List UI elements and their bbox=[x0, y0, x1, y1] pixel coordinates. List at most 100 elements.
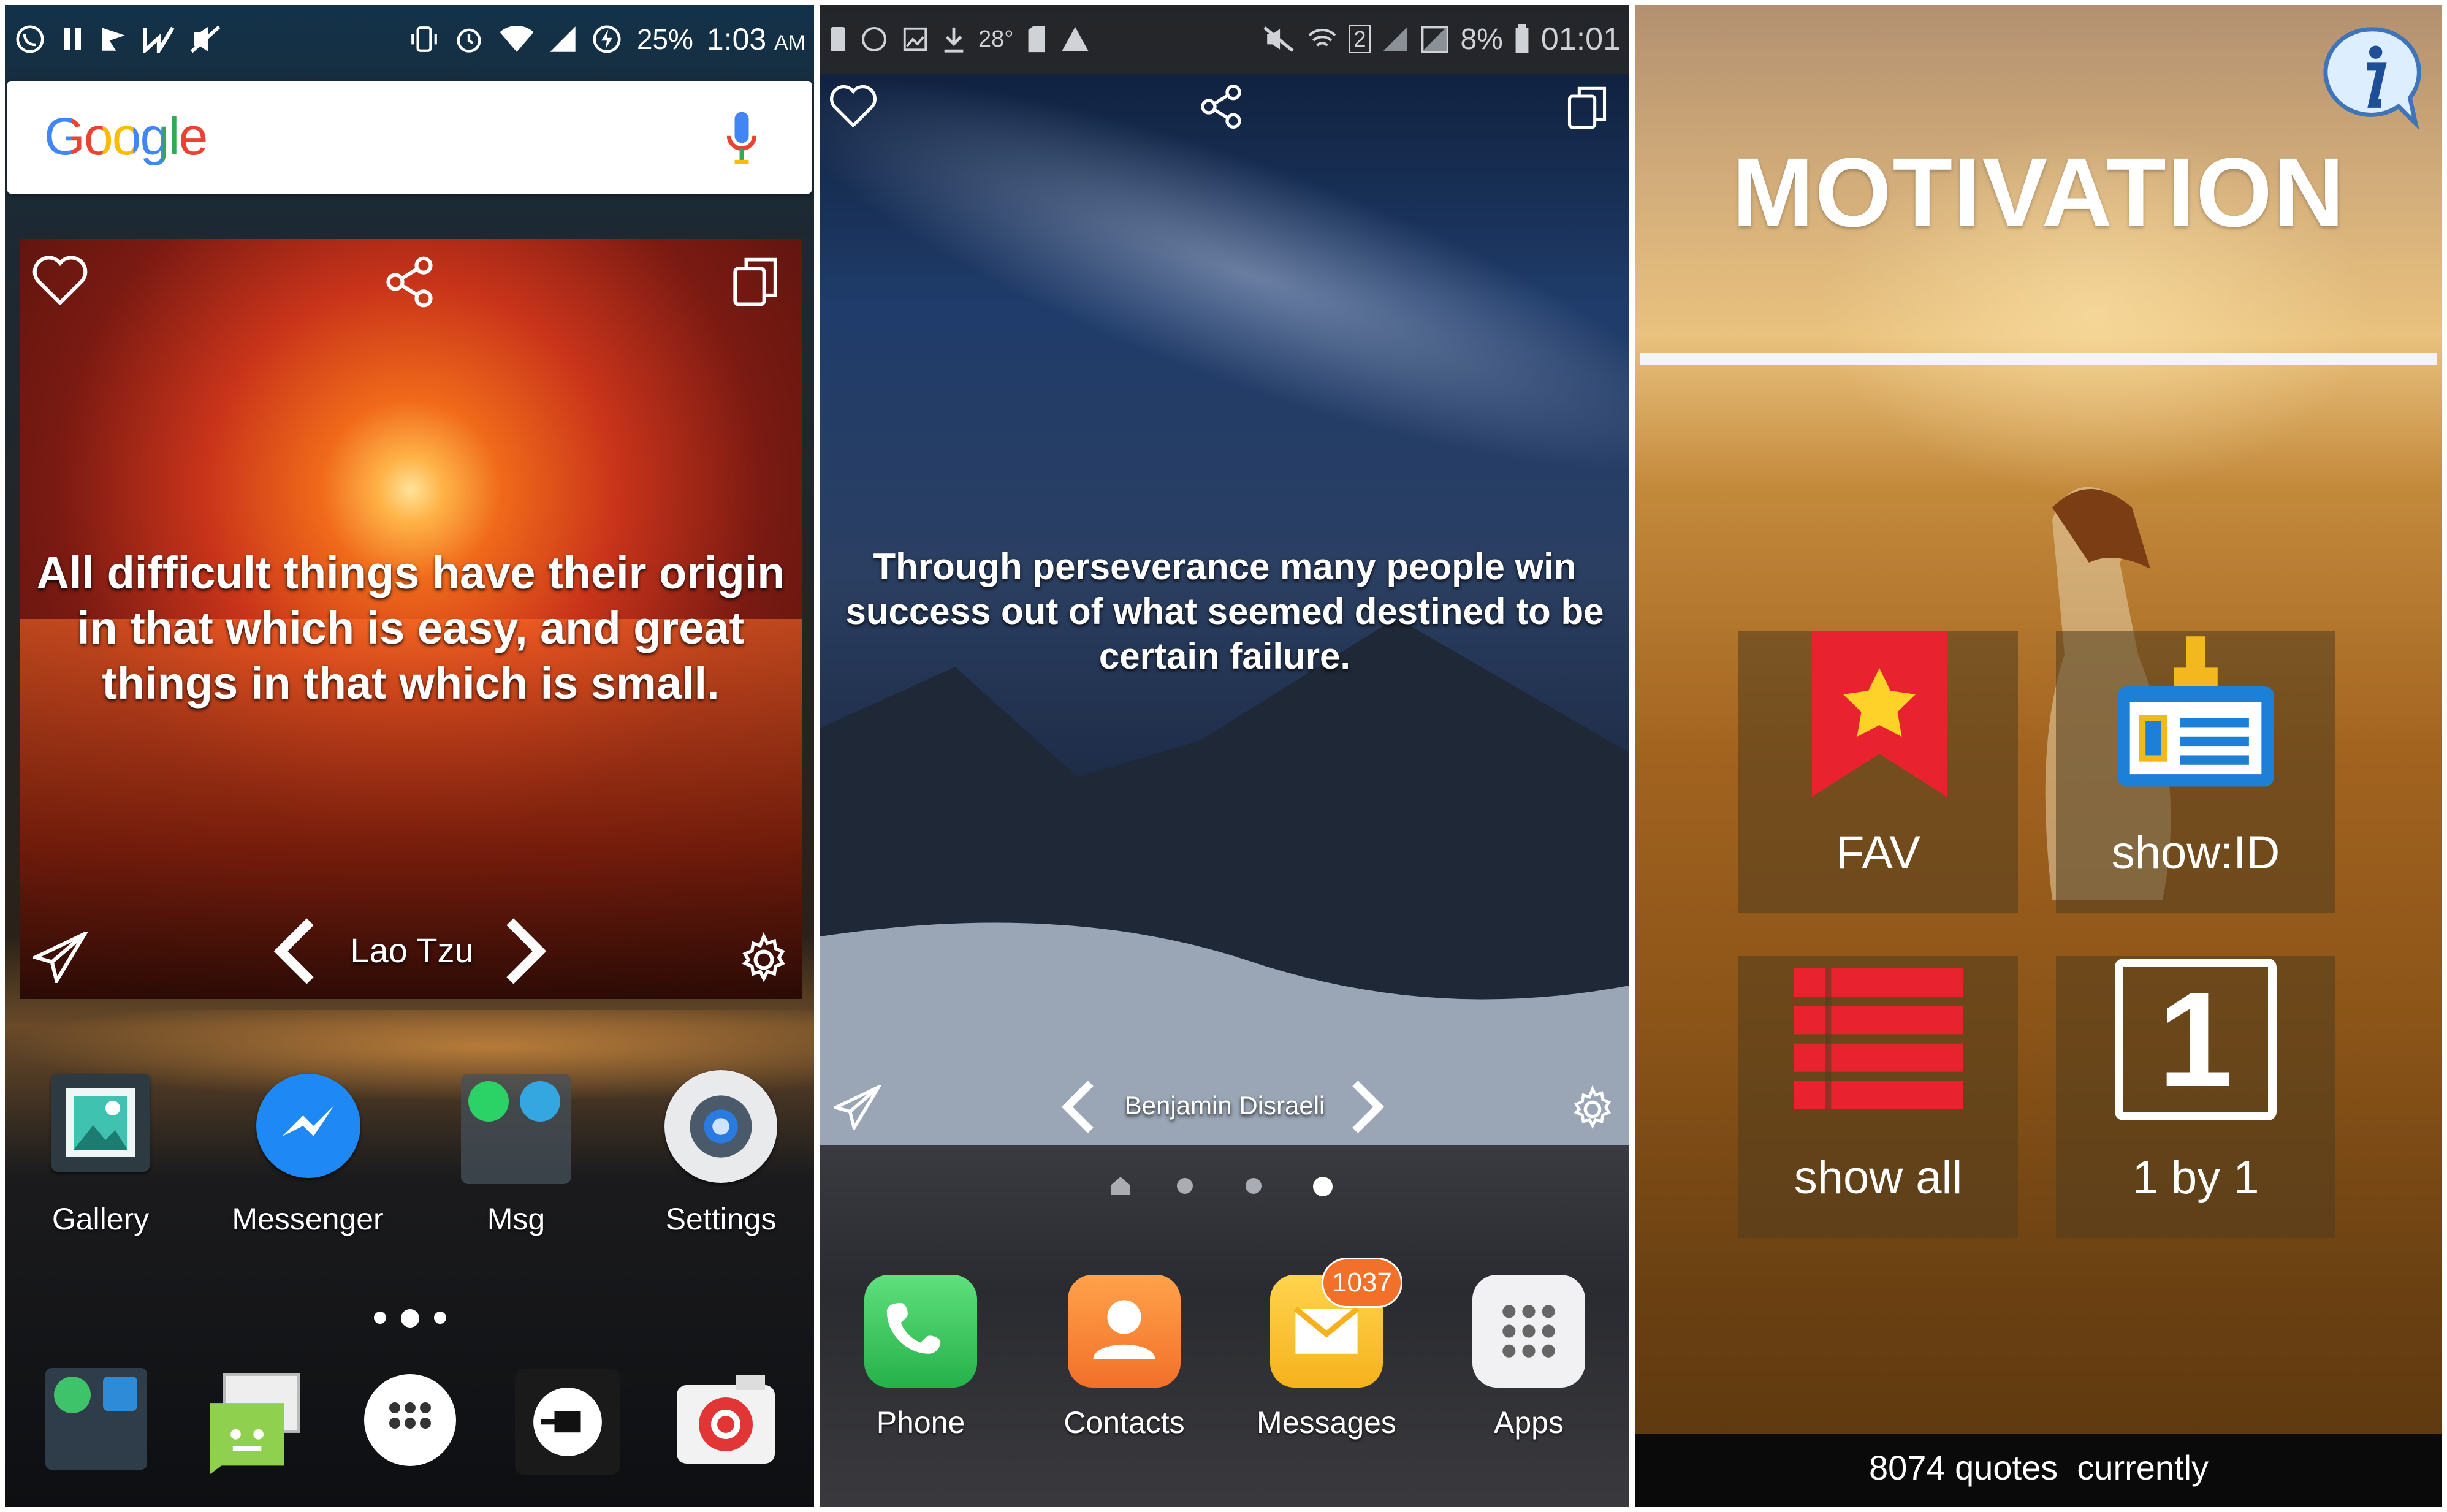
app-label-settings: Settings bbox=[665, 1202, 777, 1236]
page-dot-active bbox=[401, 1309, 419, 1328]
screen-3-motivation-app: MOTIVATION FAV show:ID show all 1 1 by 1… bbox=[1635, 5, 2442, 1507]
show-all-label: show all bbox=[1794, 1152, 1963, 1204]
app-title: MOTIVATION bbox=[1732, 137, 2346, 247]
quote-text: All difficult things have their origin i… bbox=[36, 547, 785, 709]
settings-icon[interactable] bbox=[664, 1070, 777, 1183]
one-by-one-label: 1 by 1 bbox=[2132, 1152, 2259, 1204]
microphone-icon[interactable] bbox=[725, 109, 759, 169]
mute-icon bbox=[189, 24, 222, 55]
show-all-tile[interactable]: show all bbox=[1738, 956, 2018, 1238]
sd-card-icon bbox=[1026, 25, 1048, 53]
alert-icon bbox=[829, 26, 847, 53]
dialer-messages-folder-icon[interactable] bbox=[45, 1368, 147, 1470]
signal-icon bbox=[1382, 26, 1409, 53]
show-id-tile[interactable]: show:ID bbox=[2056, 631, 2335, 913]
wifi-icon bbox=[498, 25, 535, 53]
app-label-phone: Phone bbox=[876, 1405, 965, 1440]
quote-author: Benjamin Disraeli bbox=[1124, 1091, 1325, 1120]
title-divider bbox=[1640, 353, 2437, 365]
messenger-icon[interactable] bbox=[256, 1074, 360, 1178]
whatsapp-icon bbox=[13, 23, 47, 56]
share-icon[interactable] bbox=[381, 254, 438, 313]
home-page-indicator bbox=[1108, 1173, 1133, 1201]
camera-icon[interactable] bbox=[672, 1370, 780, 1468]
next-quote-button[interactable] bbox=[500, 914, 549, 991]
page-dot bbox=[374, 1312, 386, 1324]
warning-icon bbox=[1060, 26, 1090, 53]
gear-icon[interactable] bbox=[1568, 1085, 1617, 1137]
msg-folder-icon[interactable] bbox=[461, 1074, 571, 1184]
battery-charging-icon bbox=[590, 23, 623, 56]
share-icon[interactable] bbox=[1197, 82, 1246, 134]
one-box-digit: 1 bbox=[2158, 964, 2234, 1115]
wifi-icon bbox=[1307, 25, 1338, 53]
flag-icon bbox=[98, 24, 129, 55]
app-drawer-button[interactable] bbox=[364, 1374, 456, 1466]
status-bar: 28° 2 8% 01:01 bbox=[820, 5, 1629, 74]
clock: 01:01 bbox=[1540, 21, 1621, 57]
quote-widget: All difficult things have their origin i… bbox=[20, 239, 802, 999]
page-dot-active bbox=[1313, 1177, 1333, 1196]
mute-icon bbox=[1262, 25, 1296, 53]
google-search-bar[interactable]: Google bbox=[7, 81, 812, 194]
one-by-one-tile[interactable]: 1 1 by 1 bbox=[2056, 956, 2335, 1238]
app-label-messages: Messages bbox=[1257, 1405, 1396, 1440]
whatsapp-small-icon bbox=[468, 1081, 509, 1122]
download-icon bbox=[942, 25, 966, 53]
heart-icon[interactable] bbox=[32, 254, 88, 308]
screen-1-home: 25% 1:03 AM Google All difficult things … bbox=[5, 5, 814, 1507]
signal-2-icon bbox=[1420, 26, 1449, 53]
fav-ribbon-icon bbox=[1812, 631, 1947, 797]
nfc-icon bbox=[142, 25, 175, 53]
send-icon[interactable] bbox=[30, 929, 90, 986]
google-logo: Google bbox=[44, 107, 208, 167]
heart-icon[interactable] bbox=[829, 83, 878, 131]
sim-indicator: 2 bbox=[1349, 25, 1371, 53]
quote-author: Lao Tzu bbox=[350, 931, 474, 970]
gallery-icon[interactable] bbox=[51, 1074, 150, 1172]
prev-quote-button[interactable] bbox=[271, 914, 320, 991]
telegram-small-icon bbox=[520, 1081, 560, 1122]
next-quote-button[interactable] bbox=[1347, 1075, 1387, 1142]
status-bar: 25% 1:03 AM bbox=[5, 5, 814, 74]
show-id-label: show:ID bbox=[2111, 827, 2280, 879]
send-icon[interactable] bbox=[831, 1083, 883, 1133]
page-dot bbox=[1177, 1178, 1193, 1194]
apps-drawer-icon[interactable] bbox=[1472, 1275, 1585, 1388]
quote-text: Through perseverance many people win suc… bbox=[845, 546, 1604, 677]
alarm-icon bbox=[453, 23, 485, 55]
quote-count-text: 8074 quotes currently bbox=[1868, 1448, 2209, 1487]
clock: 1:03 AM bbox=[706, 22, 805, 56]
temperature: 28° bbox=[978, 26, 1014, 52]
phone-app-icon[interactable] bbox=[864, 1275, 977, 1388]
battery-percent: 25% bbox=[636, 23, 693, 55]
pause-icon bbox=[60, 26, 85, 53]
image-icon bbox=[901, 25, 929, 53]
app-label-contacts: Contacts bbox=[1064, 1405, 1185, 1440]
page-dot bbox=[1246, 1178, 1262, 1194]
messages-app-icon[interactable] bbox=[199, 1363, 313, 1477]
fav-label: FAV bbox=[1836, 827, 1920, 879]
whatsapp-icon bbox=[859, 25, 889, 54]
copy-icon[interactable] bbox=[1566, 85, 1608, 134]
notification-badge: 1037 bbox=[1322, 1258, 1402, 1308]
mountain-silhouette bbox=[820, 618, 1629, 1169]
copy-icon[interactable] bbox=[731, 255, 780, 312]
google-logo-text: Google bbox=[44, 107, 208, 166]
app-label-gallery: Gallery bbox=[51, 1202, 150, 1236]
list-icon bbox=[1794, 968, 1963, 1109]
signal-icon bbox=[549, 25, 577, 53]
battery-icon bbox=[1514, 24, 1530, 55]
gear-icon[interactable] bbox=[736, 932, 792, 991]
info-button[interactable] bbox=[2316, 21, 2430, 135]
app-label-apps: Apps bbox=[1494, 1405, 1564, 1440]
id-card-icon bbox=[2117, 636, 2274, 787]
app-label-messenger: Messenger bbox=[232, 1202, 384, 1236]
uber-icon[interactable] bbox=[515, 1369, 620, 1475]
vibrate-icon bbox=[409, 24, 440, 55]
fav-tile[interactable]: FAV bbox=[1738, 631, 2018, 913]
app-label-msg: Msg bbox=[487, 1202, 546, 1236]
screen-2-home: 28° 2 8% 01:01 Through perseverance many… bbox=[820, 5, 1629, 1507]
contacts-app-icon[interactable] bbox=[1068, 1275, 1181, 1388]
page-dot bbox=[434, 1312, 446, 1324]
